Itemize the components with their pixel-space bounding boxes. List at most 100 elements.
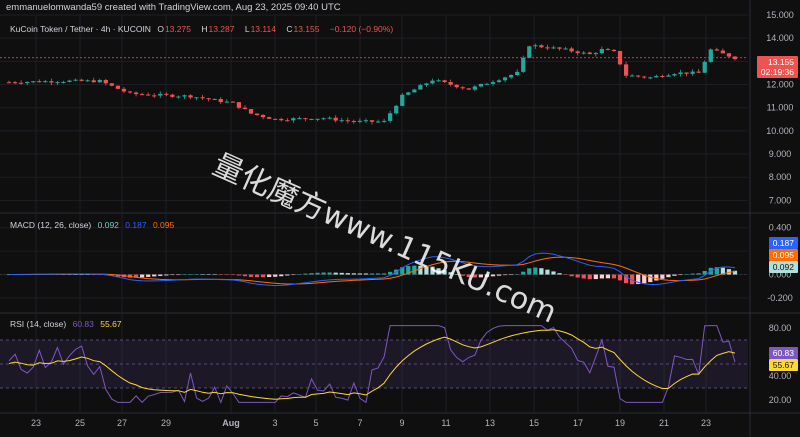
macd-histogram-bar	[539, 268, 544, 275]
time-tick-label: 3	[272, 418, 277, 428]
open-value: 13.275	[164, 24, 191, 34]
candle-body	[448, 82, 453, 85]
candle-body	[654, 75, 659, 78]
candle	[31, 80, 36, 84]
candle-body	[97, 79, 102, 83]
price-legend: KuCoin Token / Tether · 4h · KUCOIN O13.…	[10, 24, 397, 34]
candle-body	[496, 80, 502, 83]
high-value: 13.287	[208, 24, 235, 34]
candle-body	[611, 49, 617, 52]
candle-body	[642, 76, 647, 78]
candle-body	[708, 49, 713, 62]
macd-histogram-bar	[605, 274, 611, 279]
candle-body	[285, 120, 290, 122]
candle-body	[406, 92, 411, 95]
candle	[636, 75, 641, 78]
candle-body	[260, 114, 266, 118]
rsi-value-tag: 60.83	[768, 347, 798, 359]
candle	[139, 92, 145, 96]
time-tick-label: 15	[529, 418, 539, 428]
candle	[563, 46, 568, 50]
candle	[115, 85, 121, 89]
candle	[642, 75, 647, 79]
candle-body	[73, 79, 78, 81]
candle	[593, 52, 598, 57]
macd-histogram-bar	[200, 274, 205, 275]
candle	[412, 88, 417, 93]
candle	[696, 69, 701, 73]
candle	[327, 116, 332, 120]
candle-body	[430, 80, 435, 84]
candle-body	[152, 95, 157, 97]
candle	[133, 91, 139, 97]
candle-body	[345, 120, 350, 122]
candle	[545, 44, 550, 51]
macd-histogram-bar	[678, 274, 683, 276]
candle	[527, 45, 532, 59]
ohlc-open: O13.275	[157, 24, 195, 34]
time-tick-label: 17	[573, 418, 583, 428]
candle-body	[6, 82, 12, 84]
candle-body	[19, 82, 24, 84]
candle	[37, 79, 42, 83]
candle-body	[242, 107, 248, 110]
candle	[448, 79, 453, 87]
candle-body	[133, 92, 139, 95]
candle-body	[182, 95, 187, 97]
candle-body	[472, 86, 477, 90]
macd-histogram-bar	[267, 274, 272, 278]
macd-histogram-bar	[684, 274, 689, 275]
macd-histogram-bar	[236, 274, 242, 276]
macd-histogram-bar	[690, 273, 695, 275]
candle-body	[297, 118, 302, 120]
candle-body	[714, 49, 719, 51]
macd-histogram-bar	[170, 274, 175, 276]
time-tick-label: 23	[31, 418, 41, 428]
candle-body	[315, 118, 320, 120]
candle-body	[127, 91, 133, 93]
macd-histogram-bar	[551, 271, 556, 275]
rsi-ma-tag: 55.67	[768, 359, 798, 371]
candle	[708, 48, 713, 63]
macd-histogram-bar	[593, 274, 598, 280]
macd-histogram-bar	[575, 274, 580, 278]
candle	[345, 117, 350, 124]
candle	[720, 48, 725, 54]
macd-legend-title: MACD (12, 26, close)	[10, 220, 92, 230]
candle	[146, 92, 151, 96]
candle-body	[575, 51, 580, 54]
candle-body	[521, 57, 526, 72]
price-tick-label: 15.000	[766, 10, 794, 20]
candle	[509, 74, 514, 80]
macd-histogram-bar	[309, 273, 314, 275]
candle	[6, 80, 12, 84]
candle-body	[587, 52, 592, 55]
macd-line-tag: 0.095	[768, 249, 798, 261]
candle	[648, 76, 653, 80]
time-tick-label: 29	[161, 418, 171, 428]
macd-histogram-bar	[303, 273, 308, 275]
candle	[587, 51, 592, 55]
candle	[496, 78, 502, 83]
candle-body	[593, 53, 598, 55]
candle	[690, 69, 695, 76]
macd-histogram-bar	[146, 274, 151, 277]
candle	[254, 113, 260, 116]
macd-histogram-bar	[297, 274, 302, 275]
close-label: C	[286, 24, 293, 34]
candle	[551, 45, 556, 50]
candle	[515, 69, 520, 77]
macd-pane	[0, 252, 748, 287]
candle-body	[121, 88, 127, 92]
candle-body	[79, 79, 84, 81]
price-tick-label: 9.000	[769, 149, 792, 159]
candle-body	[418, 85, 423, 90]
candle	[73, 78, 78, 82]
candle-body	[454, 84, 459, 88]
time-tick-label: 7	[357, 418, 362, 428]
candle	[702, 60, 707, 73]
candle-body	[690, 71, 695, 74]
candle	[472, 85, 477, 92]
macd-histogram-bar	[563, 274, 568, 276]
candle-body	[617, 51, 623, 65]
